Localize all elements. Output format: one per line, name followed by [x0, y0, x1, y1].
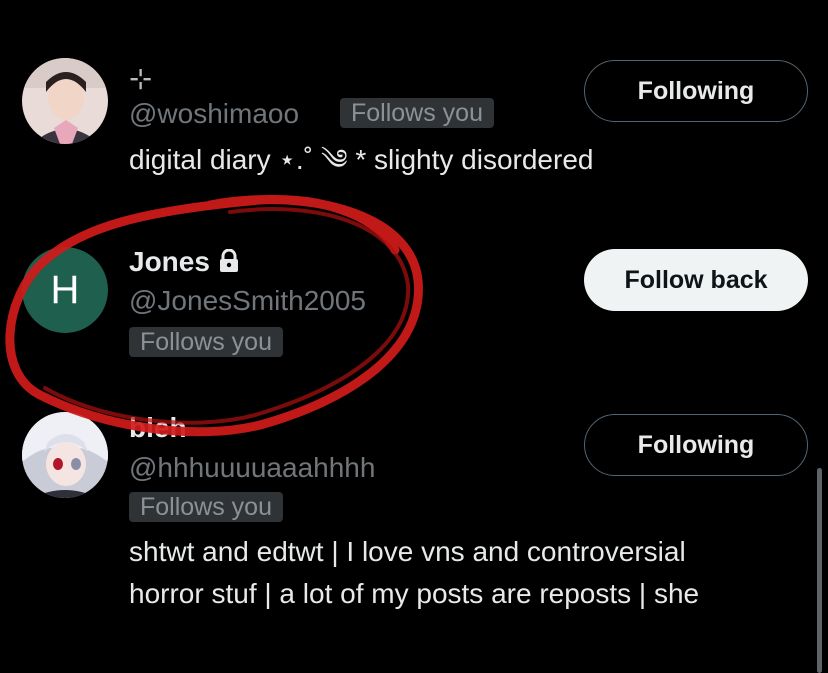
- display-name[interactable]: bleh: [129, 412, 187, 444]
- user-handle[interactable]: @woshimaoo: [129, 98, 299, 130]
- display-name-wrapper[interactable]: Jones: [129, 246, 240, 280]
- user-handle[interactable]: @hhhuuuuaaahhhh: [129, 452, 375, 484]
- avatar[interactable]: [22, 412, 108, 498]
- following-button[interactable]: Following: [584, 414, 808, 476]
- follow-back-button[interactable]: Follow back: [584, 249, 808, 311]
- follows-you-badge: Follows you: [340, 98, 494, 128]
- following-button[interactable]: Following: [584, 60, 808, 122]
- user-bio: digital diary ⋆.˚ ༄ * slighty disordered: [129, 144, 594, 175]
- follows-you-badge: Follows you: [129, 327, 283, 357]
- user-photo-icon: [22, 58, 108, 144]
- avatar[interactable]: [22, 58, 108, 144]
- anime-character-icon: [22, 412, 108, 498]
- display-name[interactable]: ⊹: [129, 63, 152, 95]
- avatar[interactable]: H: [22, 247, 108, 333]
- user-handle[interactable]: @JonesSmith2005: [129, 285, 366, 317]
- user-bio-line-1: shtwt and edtwt | I love vns and controv…: [129, 536, 686, 567]
- scrollbar[interactable]: [817, 468, 822, 673]
- user-bio-line-2: horror stuf | a lot of my posts are repo…: [129, 578, 700, 609]
- follows-you-badge: Follows you: [129, 492, 283, 522]
- lock-icon: [218, 248, 240, 280]
- display-name[interactable]: Jones: [129, 246, 210, 277]
- avatar-letter: H: [50, 268, 80, 312]
